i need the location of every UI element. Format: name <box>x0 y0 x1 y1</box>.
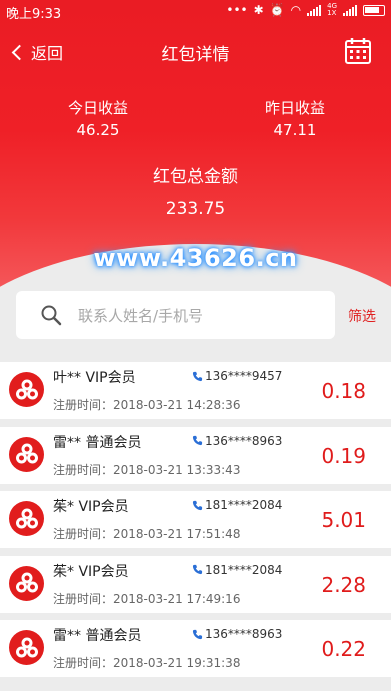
yesterday-earnings-value: 47.11 <box>273 121 317 139</box>
member-name: 茱* VIP会员 <box>53 499 129 515</box>
wifi-icon: ◠ <box>290 3 302 17</box>
member-name: 雷** 普通会员 <box>53 434 142 451</box>
network-1x: 1X <box>327 9 337 17</box>
member-list: 叶** VIP会员 136****9457 注册时间：2018-03-21 14… <box>0 362 391 685</box>
calendar-icon[interactable] <box>343 36 373 66</box>
trefoil-logo-icon <box>15 637 38 657</box>
member-phone-number: 136****8963 <box>205 627 283 641</box>
total-amount-label: 红包总金额 <box>153 167 238 187</box>
phone-icon <box>192 371 203 381</box>
member-phone: 136****9457 <box>192 369 282 383</box>
member-phone: 181****2084 <box>192 498 282 512</box>
member-phone: 181****2084 <box>192 563 282 577</box>
dots-icon: ••• <box>226 3 248 17</box>
today-earnings: 今日收益 46.25 <box>48 97 148 139</box>
member-phone-number: 181****2084 <box>205 498 283 512</box>
member-amount: 5.01 <box>321 508 366 532</box>
list-item[interactable]: 雷** 普通会员 136****8963 注册时间：2018-03-21 13:… <box>0 426 391 484</box>
member-register-time: 注册时间：2018-03-21 14:28:36 <box>53 398 241 412</box>
search-placeholder: 联系人姓名/手机号 <box>78 306 204 325</box>
member-register-time: 注册时间：2018-03-21 19:31:38 <box>53 656 241 670</box>
member-name: 叶** VIP会员 <box>53 370 136 386</box>
member-name: 茱* VIP会员 <box>53 563 129 580</box>
trefoil-logo-icon <box>15 443 38 464</box>
list-item[interactable]: 茱* VIP会员 181****2084 注册时间：2018-03-21 17:… <box>0 491 391 548</box>
member-amount: 0.18 <box>321 379 366 403</box>
member-phone: 136****8963 <box>192 627 282 641</box>
yesterday-earnings: 昨日收益 47.11 <box>245 97 345 139</box>
member-register-time: 注册时间：2018-03-21 13:33:43 <box>53 462 241 477</box>
avatar <box>9 630 44 665</box>
member-amount: 0.22 <box>321 637 366 661</box>
watermark: www.43626.cn <box>93 244 298 272</box>
avatar <box>9 565 44 601</box>
yesterday-earnings-label: 昨日收益 <box>264 99 325 117</box>
member-phone: 136****8963 <box>192 434 282 448</box>
trefoil-logo-icon <box>15 508 38 528</box>
member-amount: 0.19 <box>321 443 366 468</box>
today-earnings-value: 46.25 <box>76 121 120 139</box>
avatar <box>9 436 44 472</box>
nav-bar: 返回 红包详情 <box>0 30 391 74</box>
alarm-icon: ⏰ <box>269 3 285 17</box>
page-title: 红包详情 <box>161 45 230 65</box>
member-phone-number: 136****9457 <box>205 369 283 383</box>
member-name: 雷** 普通会员 <box>53 628 142 644</box>
member-amount: 2.28 <box>321 572 366 597</box>
total-amount: 红包总金额 233.75 <box>0 162 391 219</box>
network-type: 4G 1X <box>327 3 337 17</box>
phone-icon <box>192 500 203 510</box>
filter-button[interactable]: 筛选 <box>348 306 376 326</box>
status-time: 晚上9:33 <box>6 7 62 22</box>
bluetooth-icon: ✱ <box>253 3 264 17</box>
member-register-time: 注册时间：2018-03-21 17:51:48 <box>53 527 241 541</box>
phone-icon <box>192 564 203 575</box>
avatar <box>9 372 44 407</box>
signal-icon <box>307 4 322 16</box>
list-item[interactable]: 茱* VIP会员 181****2084 注册时间：2018-03-21 17:… <box>0 555 391 613</box>
member-register-time: 注册时间：2018-03-21 17:49:16 <box>53 591 241 606</box>
search-icon <box>41 305 62 326</box>
trefoil-logo-icon <box>15 379 38 399</box>
search-input[interactable]: 联系人姓名/手机号 <box>16 291 335 339</box>
member-phone-number: 181****2084 <box>205 562 283 577</box>
status-icons: ••• ✱ ⏰ ◠ 4G 1X <box>226 3 385 17</box>
today-earnings-label: 今日收益 <box>67 99 128 117</box>
status-bar: 晚上9:33 ••• ✱ ⏰ ◠ 4G 1X <box>0 0 391 22</box>
list-item[interactable]: 雷** 普通会员 136****8963 注册时间：2018-03-21 19:… <box>0 620 391 677</box>
member-phone-number: 136****8963 <box>205 433 283 448</box>
phone-icon <box>192 435 203 446</box>
list-item[interactable]: 叶** VIP会员 136****9457 注册时间：2018-03-21 14… <box>0 362 391 419</box>
total-amount-value: 233.75 <box>165 199 226 219</box>
signal-icon-2 <box>343 4 357 16</box>
trefoil-logo-icon <box>15 572 38 593</box>
avatar <box>9 501 44 536</box>
phone-icon <box>192 629 203 639</box>
battery-icon <box>363 4 385 16</box>
